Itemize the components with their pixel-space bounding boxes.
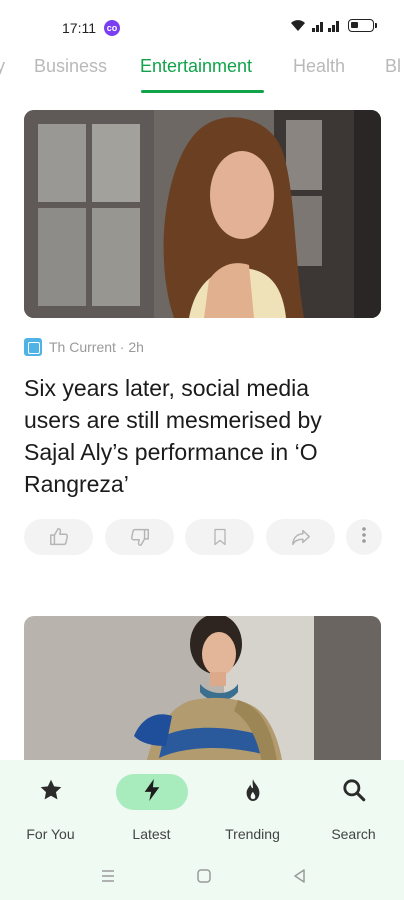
active-tab-indicator: [141, 90, 264, 93]
signal-icon: [312, 19, 342, 32]
system-navigation-bar: [0, 860, 404, 900]
star-icon: [38, 777, 64, 808]
more-options-button[interactable]: [346, 519, 382, 555]
thumbs-up-icon: [48, 526, 70, 548]
status-bar: 17:11 co: [0, 0, 404, 52]
bookmark-icon: [210, 526, 230, 548]
article-headline[interactable]: Six years later, social media users are …: [24, 372, 364, 500]
tab-business[interactable]: Business: [34, 56, 107, 77]
article-source[interactable]: Th Current · 2h: [24, 338, 144, 356]
nav-trending-icon-wrap: [217, 774, 289, 810]
nav-search-icon-wrap: [318, 774, 390, 810]
article-image-2[interactable]: [24, 616, 381, 776]
battery-icon: [348, 19, 377, 32]
tab-entertainment[interactable]: Entertainment: [140, 56, 252, 77]
status-icons: [290, 19, 377, 32]
tab-partial-right[interactable]: Bl: [385, 56, 401, 77]
flame-icon: [242, 777, 264, 808]
nav-for-you[interactable]: For You: [0, 774, 101, 842]
nav-trending[interactable]: Trending: [202, 774, 303, 842]
source-logo-icon: [24, 338, 42, 356]
status-app-badge: co: [104, 20, 120, 36]
category-tabs: y Business Entertainment Health Bl: [0, 52, 404, 96]
nav-search[interactable]: Search: [303, 774, 404, 842]
nav-search-label: Search: [331, 826, 376, 842]
tab-health[interactable]: Health: [293, 56, 345, 77]
dislike-button[interactable]: [105, 519, 174, 555]
nav-latest-icon-wrap: [115, 774, 188, 810]
home-icon[interactable]: [196, 868, 212, 889]
share-button[interactable]: [266, 519, 335, 555]
back-icon[interactable]: [292, 868, 308, 889]
nav-for-you-label: For You: [26, 826, 75, 842]
nav-for-you-icon-wrap: [15, 774, 87, 810]
thumbs-down-icon: [129, 526, 151, 548]
nav-trending-label: Trending: [225, 826, 280, 842]
status-time: 17:11: [62, 20, 96, 36]
wifi-icon: [290, 19, 306, 32]
source-name-time: Th Current · 2h: [49, 339, 144, 355]
search-icon: [341, 777, 367, 808]
more-vert-icon: [361, 526, 367, 549]
tab-partial-left[interactable]: y: [0, 56, 5, 77]
bookmark-button[interactable]: [185, 519, 254, 555]
nav-latest[interactable]: Latest: [101, 774, 202, 842]
like-button[interactable]: [24, 519, 93, 555]
bolt-icon: [141, 777, 163, 808]
share-icon: [289, 526, 313, 548]
nav-latest-label: Latest: [132, 826, 171, 842]
menu-icon[interactable]: [100, 868, 116, 889]
article-image[interactable]: [24, 110, 381, 318]
